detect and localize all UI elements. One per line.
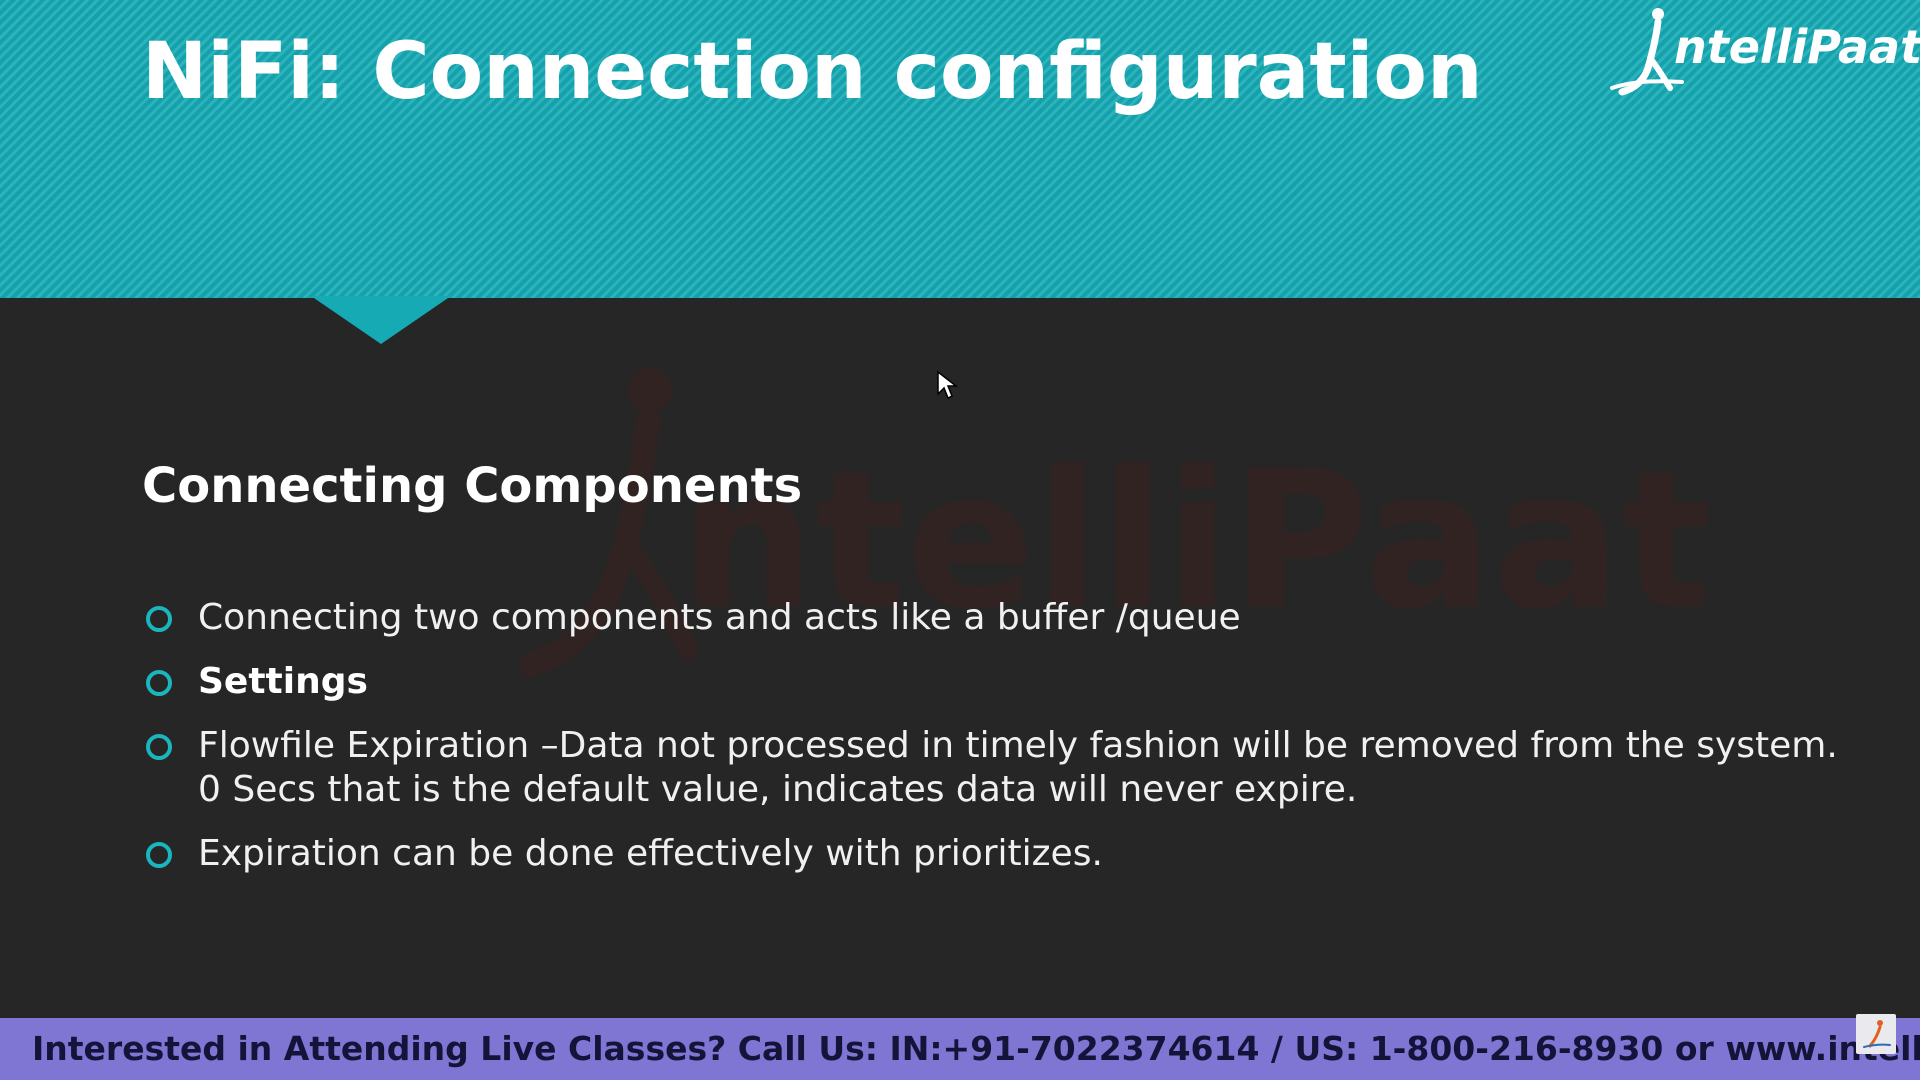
circle-bullet-icon [146, 734, 172, 760]
circle-bullet-icon [146, 842, 172, 868]
bullet-item: Flowfile Expiration –Data not processed … [142, 724, 1842, 812]
bullet-item: Expiration can be done effectively with … [142, 832, 1842, 876]
bullet-text-continuation: 0 Secs that is the default value, indica… [198, 769, 1358, 810]
footer-contact-text: Interested in Attending Live Classes? Ca… [32, 1029, 1920, 1068]
intellipaat-small-logo-icon [1856, 1014, 1896, 1054]
circle-bullet-icon [146, 670, 172, 696]
bullet-text: Settings [198, 661, 368, 702]
presentation-slide: NiFi: Connection configuration ntelliPaa… [0, 0, 1920, 1080]
mouse-pointer-icon [937, 370, 958, 400]
bullet-list: Connecting two components and acts like … [142, 596, 1842, 896]
header-notch [311, 296, 451, 344]
small-figure-icon [1863, 1020, 1891, 1048]
bullet-text: Flowfile Expiration –Data not processed … [198, 725, 1838, 766]
logo-text: ntelliPaat [1674, 20, 1920, 74]
bullet-text: Connecting two components and acts like … [198, 597, 1241, 638]
section-heading: Connecting Components [142, 458, 803, 514]
footer-banner: Interested in Attending Live Classes? Ca… [0, 1018, 1920, 1080]
bullet-item: Settings [142, 660, 1842, 704]
intellipaat-logo: ntelliPaat [1610, 6, 1920, 102]
circle-bullet-icon [146, 606, 172, 632]
bullet-text: Expiration can be done effectively with … [198, 833, 1103, 874]
slide-title: NiFi: Connection configuration [142, 27, 1483, 117]
intellipaat-figure-icon [1610, 8, 1684, 96]
bullet-item: Connecting two components and acts like … [142, 596, 1842, 640]
